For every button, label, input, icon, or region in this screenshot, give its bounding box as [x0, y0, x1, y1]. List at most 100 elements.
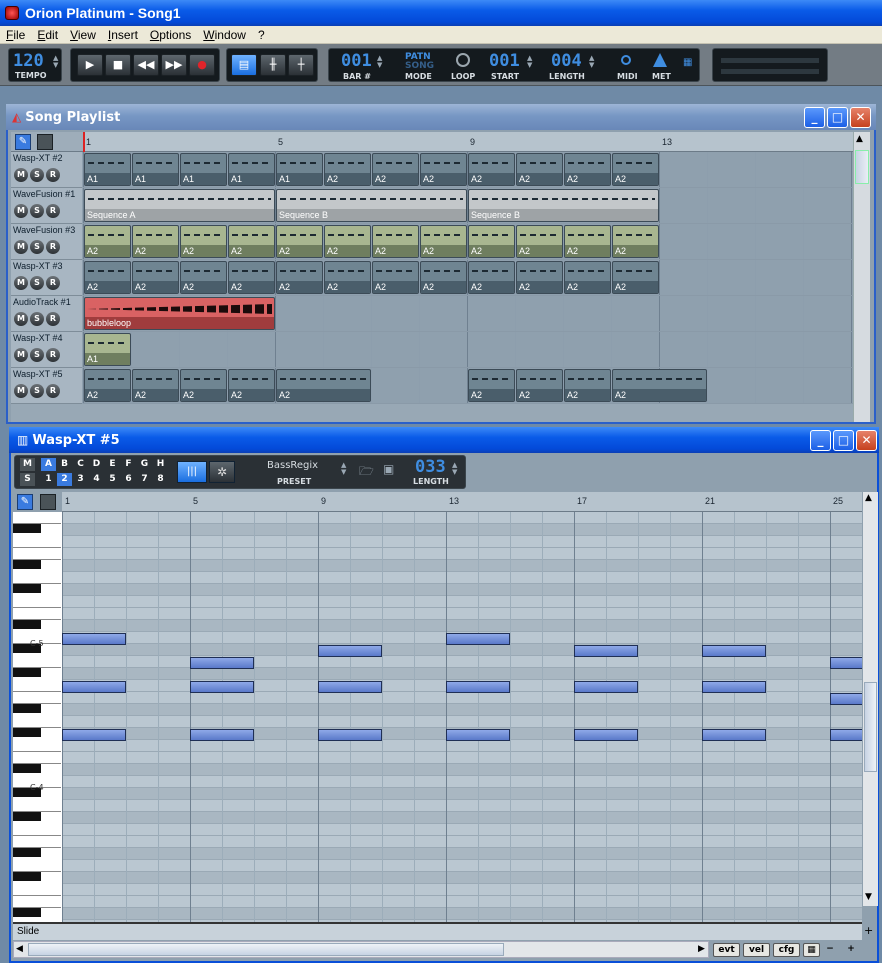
pattern-block[interactable]: A2 — [372, 261, 419, 294]
preset-name[interactable]: BassRegix — [267, 460, 318, 471]
playlist-vertical-scrollbar[interactable]: ▲ — [853, 132, 870, 422]
mute-button[interactable]: M — [14, 348, 28, 362]
menu-file[interactable]: File — [6, 28, 25, 42]
loop-icon[interactable] — [456, 53, 470, 67]
editor-scroll-down-icon[interactable]: ▼ — [865, 892, 872, 902]
solo-button[interactable]: S — [30, 384, 44, 398]
pattern-block[interactable]: A2 — [516, 261, 563, 294]
playlist-maximize-button[interactable]: □ — [827, 107, 848, 128]
pattern-block[interactable]: A1 — [276, 153, 323, 186]
pattern-block[interactable]: A2 — [516, 225, 563, 258]
piano-keyboard[interactable] — [13, 512, 62, 922]
menu-view[interactable]: View — [70, 28, 96, 42]
pattern-block[interactable]: A2 — [564, 261, 611, 294]
white-key[interactable] — [13, 896, 61, 908]
record-button[interactable]: R — [46, 168, 60, 182]
pattern-block[interactable]: A2 — [276, 225, 323, 258]
pattern-number-6[interactable]: 6 — [121, 473, 136, 486]
tuner-view-button[interactable]: ┼ — [288, 54, 314, 76]
editor-scroll-thumb[interactable] — [864, 682, 877, 772]
pattern-block[interactable]: A2 — [324, 225, 371, 258]
pattern-block[interactable]: A2 — [564, 225, 611, 258]
solo-button[interactable]: S — [30, 348, 44, 362]
track-lane[interactable]: bubbleloop — [83, 296, 853, 332]
track-lane[interactable]: A1 A1 A1 A1 A1 A2 A2 A2 A2 A2 A2 A2 — [83, 152, 853, 188]
note[interactable] — [190, 729, 254, 741]
pattern-bank-a[interactable]: A — [41, 458, 56, 471]
solo-button[interactable]: S — [30, 312, 44, 326]
mute-button[interactable]: M — [14, 168, 28, 182]
note[interactable] — [446, 633, 510, 645]
track-header[interactable]: Wasp-XT #5 M S R — [11, 368, 82, 404]
zoom-plus-icon[interactable]: + — [844, 943, 858, 957]
pattern-block[interactable]: A2 — [180, 225, 227, 258]
solo-button[interactable]: S — [20, 473, 35, 486]
pattern-block[interactable]: Sequence B — [468, 189, 659, 222]
white-key[interactable] — [13, 548, 61, 560]
playlist-scroll-thumb[interactable] — [855, 150, 869, 184]
black-key[interactable] — [13, 560, 41, 569]
note[interactable] — [318, 681, 382, 693]
playlist-minimize-button[interactable]: _ — [804, 107, 825, 128]
track-header[interactable]: WaveFusion #3 M S R — [11, 224, 82, 260]
track-header[interactable]: Wasp-XT #4 M S R — [11, 332, 82, 368]
mute-button[interactable]: M — [14, 240, 28, 254]
pattern-block[interactable]: A2 — [420, 153, 467, 186]
pattern-block[interactable]: A1 — [228, 153, 275, 186]
note[interactable] — [702, 681, 766, 693]
zoom-out-icon[interactable]: − — [823, 943, 837, 957]
note[interactable] — [318, 645, 382, 657]
preset-spin-icon[interactable]: ▲ ▼ — [341, 462, 346, 476]
pattern-block[interactable]: A2 — [468, 153, 515, 186]
note[interactable] — [62, 681, 126, 693]
start-value[interactable]: 001 — [489, 51, 520, 71]
black-key[interactable] — [13, 704, 41, 713]
pattern-block[interactable]: A2 — [516, 153, 563, 186]
menu-window[interactable]: Window — [203, 28, 246, 42]
pattern-block[interactable]: A2 — [516, 369, 563, 402]
pattern-block[interactable]: A1 — [132, 153, 179, 186]
editor-minimize-button[interactable]: _ — [810, 430, 831, 451]
pattern-bank-c[interactable]: C — [73, 458, 88, 471]
black-key[interactable] — [13, 620, 41, 629]
mode-song[interactable]: SONG — [405, 61, 434, 71]
select-tool-icon[interactable] — [37, 134, 53, 150]
note[interactable] — [574, 681, 638, 693]
white-key[interactable] — [13, 608, 61, 620]
editor-scroll-up-icon[interactable]: ▲ — [865, 493, 872, 503]
note[interactable] — [190, 657, 254, 669]
open-folder-icon[interactable]: 🗁 — [359, 462, 374, 483]
menu-insert[interactable]: Insert — [108, 28, 138, 42]
h-scroll-right-icon[interactable]: ▶ — [698, 944, 705, 954]
white-key[interactable] — [13, 596, 61, 608]
playhead-marker[interactable] — [83, 132, 85, 152]
white-key[interactable] — [13, 572, 61, 584]
metronome-icon[interactable] — [653, 53, 667, 67]
scroll-up-icon[interactable]: ▲ — [856, 134, 863, 144]
pattern-block[interactable]: A2 — [180, 369, 227, 402]
track-header[interactable]: WaveFusion #1 M S R — [11, 188, 82, 224]
pattern-block[interactable]: A2 — [372, 225, 419, 258]
note[interactable] — [62, 729, 126, 741]
pencil-tool-icon[interactable]: ✎ — [15, 134, 31, 150]
editor-pencil-tool-icon[interactable]: ✎ — [17, 494, 33, 510]
pattern-number-7[interactable]: 7 — [137, 473, 152, 486]
solo-button[interactable]: S — [30, 276, 44, 290]
pattern-length-value[interactable]: 033 — [415, 457, 446, 477]
play-button[interactable]: ▶ — [77, 54, 103, 76]
pattern-block[interactable]: A2 — [132, 369, 179, 402]
pattern-block[interactable]: A2 — [372, 153, 419, 186]
record-button[interactable]: R — [46, 348, 60, 362]
settings-gear-icon[interactable]: ✲ — [209, 461, 235, 483]
pattern-number-5[interactable]: 5 — [105, 473, 120, 486]
bar-spin-icon[interactable]: ▲ ▼ — [377, 55, 382, 69]
pattern-block[interactable]: A2 — [228, 225, 275, 258]
pattern-block[interactable]: A2 — [564, 153, 611, 186]
pattern-block[interactable]: A2 — [132, 225, 179, 258]
slide-lane[interactable]: Slide — [13, 922, 862, 940]
pattern-bank-e[interactable]: E — [105, 458, 120, 471]
solo-button[interactable]: S — [30, 204, 44, 218]
editor-maximize-button[interactable]: □ — [833, 430, 854, 451]
track-lane[interactable]: Sequence A Sequence B Sequence B — [83, 188, 853, 224]
note[interactable] — [702, 645, 766, 657]
